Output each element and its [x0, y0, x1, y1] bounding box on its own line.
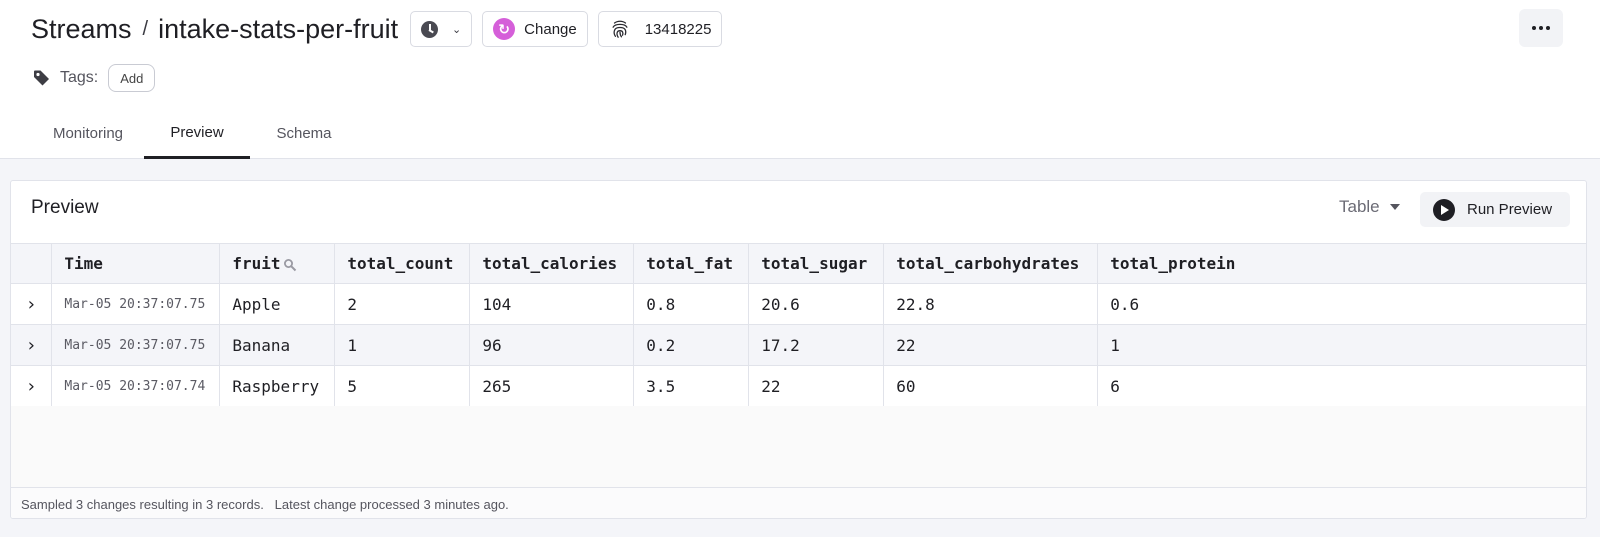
run-preview-label: Run Preview	[1467, 201, 1553, 218]
table-row: › Mar-05 20:37:07.74 Raspberry 5 265 3.5…	[11, 365, 1586, 407]
run-preview-button[interactable]: Run Preview	[1420, 192, 1570, 227]
chevron-right-icon: ›	[25, 334, 37, 356]
column-header-fruit[interactable]: fruit	[219, 243, 336, 284]
change-button[interactable]: ↻ Change	[482, 11, 588, 47]
table-row: › Mar-05 20:37:07.75 Banana 1 96 0.2 17.…	[11, 324, 1586, 366]
more-horizontal-icon	[1532, 26, 1536, 30]
preview-status-footer: Sampled 3 changes resulting in 3 records…	[11, 487, 1586, 518]
breadcrumb-streams[interactable]: Streams	[31, 14, 132, 45]
table-header-row: Time fruit total_count total_calories to…	[11, 243, 1586, 284]
title-row: Streams / intake-stats-per-fruit ⌄ ↻ Cha…	[31, 10, 732, 48]
time-picker-button[interactable]: ⌄	[410, 11, 473, 47]
preview-table: Time fruit total_count total_calories to…	[11, 243, 1586, 407]
column-header-total-carbohydrates[interactable]: total_carbohydrates	[883, 243, 1099, 284]
search-icon[interactable]	[283, 258, 297, 272]
view-mode-select[interactable]: Table	[1339, 197, 1400, 217]
tags-row: Tags: Add	[32, 64, 156, 92]
column-header-total-sugar[interactable]: total_sugar	[748, 243, 885, 284]
row-expand-button[interactable]: ›	[11, 365, 53, 407]
expand-column-header	[11, 243, 53, 284]
cell-fruit: Apple	[219, 283, 336, 325]
cell-total-count: 1	[334, 324, 471, 366]
preview-card: Preview Table Run Preview Time fruit tot…	[10, 180, 1587, 519]
cell-total-protein: 1	[1097, 324, 1586, 366]
column-header-total-calories[interactable]: total_calories	[469, 243, 635, 284]
cell-total-calories: 96	[469, 324, 635, 366]
chevron-down-icon: ⌄	[451, 23, 462, 36]
preview-title: Preview	[31, 197, 99, 218]
cell-total-count: 2	[334, 283, 471, 325]
column-header-fruit-label: fruit	[232, 254, 281, 273]
play-icon	[1433, 198, 1455, 221]
cell-time: Mar-05 20:37:07.75	[51, 283, 221, 325]
table-empty-area	[11, 406, 1586, 487]
cell-total-carbohydrates: 60	[883, 365, 1099, 407]
table-row: › Mar-05 20:37:07.75 Apple 2 104 0.8 20.…	[11, 283, 1586, 325]
cell-total-protein: 0.6	[1097, 283, 1586, 325]
page-title: intake-stats-per-fruit	[158, 13, 399, 44]
column-header-total-protein[interactable]: total_protein	[1097, 243, 1586, 284]
more-options-button[interactable]	[1519, 9, 1563, 47]
column-header-time[interactable]: Time	[51, 243, 221, 284]
fingerprint-badge[interactable]: 13418225	[597, 11, 723, 47]
column-header-total-fat[interactable]: total_fat	[633, 243, 750, 284]
row-expand-button[interactable]: ›	[11, 283, 53, 325]
tab-preview[interactable]: Preview	[144, 108, 250, 159]
cell-total-count: 5	[334, 365, 471, 407]
change-cycle-icon: ↻	[493, 18, 516, 40]
fingerprint-value: 13418225	[644, 20, 712, 38]
clock-icon	[421, 20, 439, 38]
add-tag-button[interactable]: Add	[108, 64, 156, 92]
cell-total-protein: 6	[1097, 365, 1586, 407]
column-header-total-count[interactable]: total_count	[334, 243, 471, 284]
cell-total-sugar: 22	[748, 365, 885, 407]
fingerprint-icon	[612, 20, 628, 38]
cell-fruit: Raspberry	[219, 365, 336, 407]
view-mode-value: Table	[1339, 197, 1380, 216]
cell-total-fat: 0.2	[633, 324, 750, 366]
cell-total-carbohydrates: 22.8	[883, 283, 1099, 325]
preview-status-text: Sampled 3 changes resulting in 3 records…	[21, 496, 509, 512]
cell-fruit: Banana	[219, 324, 336, 366]
change-label: Change	[524, 20, 577, 38]
cell-total-calories: 265	[469, 365, 635, 407]
cell-time: Mar-05 20:37:07.74	[51, 365, 221, 407]
page-header: Streams / intake-stats-per-fruit ⌄ ↻ Cha…	[0, 0, 1600, 159]
tags-label: Tags:	[60, 69, 99, 86]
chevron-right-icon: ›	[25, 293, 37, 315]
tab-schema[interactable]: Schema	[256, 108, 352, 159]
cell-total-fat: 0.8	[633, 283, 750, 325]
cell-total-calories: 104	[469, 283, 635, 325]
cell-total-fat: 3.5	[633, 365, 750, 407]
chevron-right-icon: ›	[25, 375, 37, 397]
cell-time: Mar-05 20:37:07.75	[51, 324, 221, 366]
tab-monitoring[interactable]: Monitoring	[38, 108, 138, 159]
caret-down-icon	[1389, 204, 1400, 210]
cell-total-sugar: 17.2	[748, 324, 885, 366]
cell-total-carbohydrates: 22	[883, 324, 1099, 366]
breadcrumb-separator: /	[142, 17, 149, 40]
cell-total-sugar: 20.6	[748, 283, 885, 325]
tag-icon	[34, 70, 49, 86]
row-expand-button[interactable]: ›	[11, 324, 53, 366]
